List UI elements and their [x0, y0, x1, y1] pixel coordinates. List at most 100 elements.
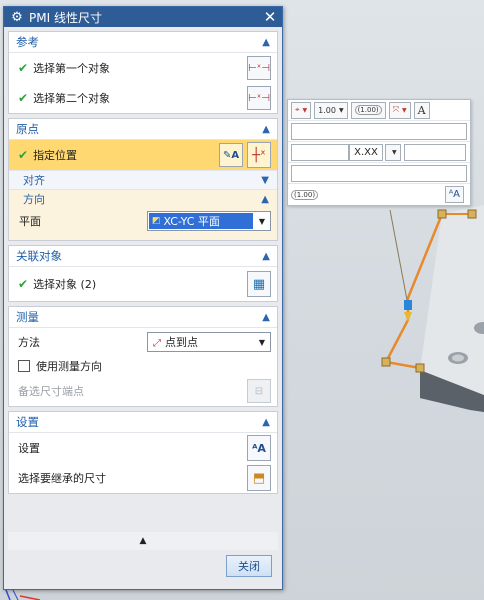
tolerance-button[interactable]: (1.00)	[350, 101, 386, 119]
plane-select[interactable]: ◩ XC-YC 平面 ▼	[147, 211, 271, 231]
precision-dropdown[interactable]: 1.00 ▼	[314, 101, 348, 119]
chevron-up-icon: ▲	[262, 311, 270, 323]
value-after-field[interactable]	[403, 143, 466, 161]
group-settings-title: 设置	[16, 415, 39, 429]
settings-row: 设置 ᴬA	[9, 433, 277, 463]
plate-top-face	[420, 205, 484, 395]
group-associated-header[interactable]: 关联对象 ▲	[9, 246, 277, 267]
group-reference-header[interactable]: 参考 ▲	[9, 32, 277, 53]
direction-subgroup-body: 平面 ◩ XC-YC 平面 ▼	[9, 208, 277, 240]
text-style-button[interactable]: ᴬA	[444, 186, 464, 203]
chevron-down-icon: ▼	[402, 106, 407, 114]
chevron-up-icon: ▲	[262, 36, 270, 48]
text-edit-button[interactable]: A	[413, 101, 430, 119]
origin-tool-button[interactable]: ✎A	[219, 143, 243, 167]
chevron-down-icon: ▼	[302, 106, 308, 114]
close-button[interactable]: 关闭	[226, 555, 272, 577]
use-measure-direction-label: 使用测量方向	[36, 360, 102, 373]
plane-selected-value: ◩ XC-YC 平面	[149, 213, 253, 229]
specify-location-row[interactable]: ✔ 指定位置 ✎A ┼ˣ	[9, 140, 277, 170]
specify-location-button[interactable]: ┼ˣ	[247, 142, 271, 168]
specify-location-label: 指定位置	[33, 149, 78, 162]
inherit-label: 选择要继承的尺寸	[18, 472, 106, 485]
collapse-icon: ▲	[139, 536, 147, 546]
group-measure-header[interactable]: 测量 ▲	[9, 307, 277, 328]
group-associated-title: 关联对象	[16, 249, 62, 263]
text-style-icon: ᴬA	[448, 189, 460, 200]
text-placement-dropdown[interactable]: ⤧ ▼	[388, 101, 411, 119]
inherit-box-icon: ⬒	[252, 470, 266, 486]
check-icon: ✔	[18, 277, 29, 291]
align-label: 对齐	[23, 174, 45, 187]
group-origin-header[interactable]: 原点 ▲	[9, 119, 277, 140]
settings-label: 设置	[18, 442, 40, 455]
drag-handle	[404, 300, 412, 310]
format-dropdown[interactable]: ▼	[385, 143, 401, 161]
select-first-object-label: 选择第一个对象	[33, 62, 111, 75]
leader-line	[389, 209, 408, 301]
method-value: 点到点	[165, 336, 198, 349]
plane-value-text: XC-YC 平面	[163, 215, 220, 228]
plane-label: 平面	[19, 215, 41, 228]
suffix-text-field[interactable]	[291, 164, 467, 182]
group-measure-title: 测量	[16, 310, 39, 324]
point-to-point-icon: ⤢	[153, 338, 161, 349]
dialog-titlebar: ⚙ PMI 线性尺寸 ✕	[4, 7, 282, 27]
plane-icon: ◩	[152, 216, 161, 226]
alternate-endpoint-button: ⊟	[247, 379, 271, 403]
close-icon[interactable]: ✕	[262, 8, 278, 26]
chevron-down-icon: ▼	[258, 337, 266, 347]
inherit-row: 选择要继承的尺寸 ⬒	[9, 463, 277, 493]
dimension-endpoint-icon: ⊢ˣ⊣	[248, 62, 270, 74]
group-origin: 原点 ▲ ✔ 指定位置 ✎A ┼ˣ 对齐 ▼ 方向 ▲ 平面 ◩ XC-YC 平…	[8, 118, 278, 241]
group-associated-objects: 关联对象 ▲ ✔ 选择对象 (2) ▦	[8, 245, 278, 302]
text-a-icon: A	[417, 103, 426, 117]
value-before-field[interactable]	[291, 143, 349, 161]
gear-icon[interactable]: ⚙	[10, 10, 24, 25]
inherit-button[interactable]: ⬒	[247, 465, 271, 491]
check-icon: ✔	[18, 61, 29, 75]
chevron-down-icon: ▼	[392, 148, 397, 156]
dimension-type-icon: ⌖	[295, 105, 300, 114]
align-subgroup-header[interactable]: 对齐 ▼	[9, 170, 277, 189]
dimension-float-toolbar: ⌖ ▼ 1.00 ▼ (1.00) ⤧ ▼ A X.XX ▼ (1.00) ᴬA	[287, 99, 471, 206]
method-select[interactable]: ⤢ 点到点 ▼	[147, 332, 271, 352]
chevron-down-icon: ▼	[261, 174, 269, 186]
group-settings: 设置 ▲ 设置 ᴬA 选择要继承的尺寸 ⬒	[8, 411, 278, 494]
use-measure-direction-row[interactable]: 使用测量方向	[9, 356, 277, 376]
prefix-text-field[interactable]	[291, 122, 467, 140]
group-reference: 参考 ▲ ✔ 选择第一个对象 ⊢ˣ⊣ ✔ 选择第二个对象 ⊢ˣ⊣	[8, 31, 278, 114]
toolbar-row-2	[288, 121, 470, 142]
chevron-down-icon: ▼	[338, 106, 344, 114]
method-label: 方法	[18, 336, 40, 349]
dimension-endpoint-icon: ⊢ˣ⊣	[248, 92, 270, 104]
settings-button[interactable]: ᴬA	[247, 435, 271, 461]
check-icon: ✔	[18, 91, 29, 105]
toolbar-row-1: ⌖ ▼ 1.00 ▼ (1.00) ⤧ ▼ A	[288, 100, 470, 121]
group-settings-header[interactable]: 设置 ▲	[9, 412, 277, 433]
precision-value: 1.00	[318, 105, 336, 115]
check-icon: ✔	[18, 148, 29, 162]
text-style-icon: ᴬA	[252, 441, 266, 455]
dialog-title: PMI 线性尺寸	[29, 10, 102, 25]
building-object-icon: ▦	[252, 276, 266, 292]
format-value: X.XX	[354, 146, 378, 158]
dimension-type-dropdown[interactable]: ⌖ ▼	[291, 101, 312, 119]
select-objects-button[interactable]: ▦	[247, 271, 271, 297]
select-objects-row[interactable]: ✔ 选择对象 (2) ▦	[9, 267, 277, 301]
pmi-linear-dimension-dialog: ⚙ PMI 线性尺寸 ✕ 参考 ▲ ✔ 选择第一个对象 ⊢ˣ⊣ ✔ 选择第二个对…	[3, 6, 283, 590]
select-second-object-row[interactable]: ✔ 选择第二个对象 ⊢ˣ⊣	[9, 83, 277, 113]
select-first-object-button[interactable]: ⊢ˣ⊣	[247, 56, 271, 80]
alternate-endpoint-label: 备选尺寸端点	[18, 385, 84, 398]
endpoint-icon: ⊟	[254, 385, 264, 397]
direction-subgroup-header[interactable]: 方向 ▲	[9, 189, 277, 208]
use-measure-direction-checkbox[interactable]	[18, 360, 30, 372]
select-objects-label: 选择对象 (2)	[33, 278, 97, 291]
collapse-bar[interactable]: ▲	[8, 532, 278, 550]
select-second-object-label: 选择第二个对象	[33, 92, 111, 105]
format-field[interactable]: X.XX	[349, 143, 383, 161]
select-first-object-row[interactable]: ✔ 选择第一个对象 ⊢ˣ⊣	[9, 53, 277, 83]
crosshair-icon: ┼ˣ	[252, 147, 266, 163]
appended-text-badge: (1.00)	[291, 189, 319, 200]
select-second-object-button[interactable]: ⊢ˣ⊣	[247, 86, 271, 110]
